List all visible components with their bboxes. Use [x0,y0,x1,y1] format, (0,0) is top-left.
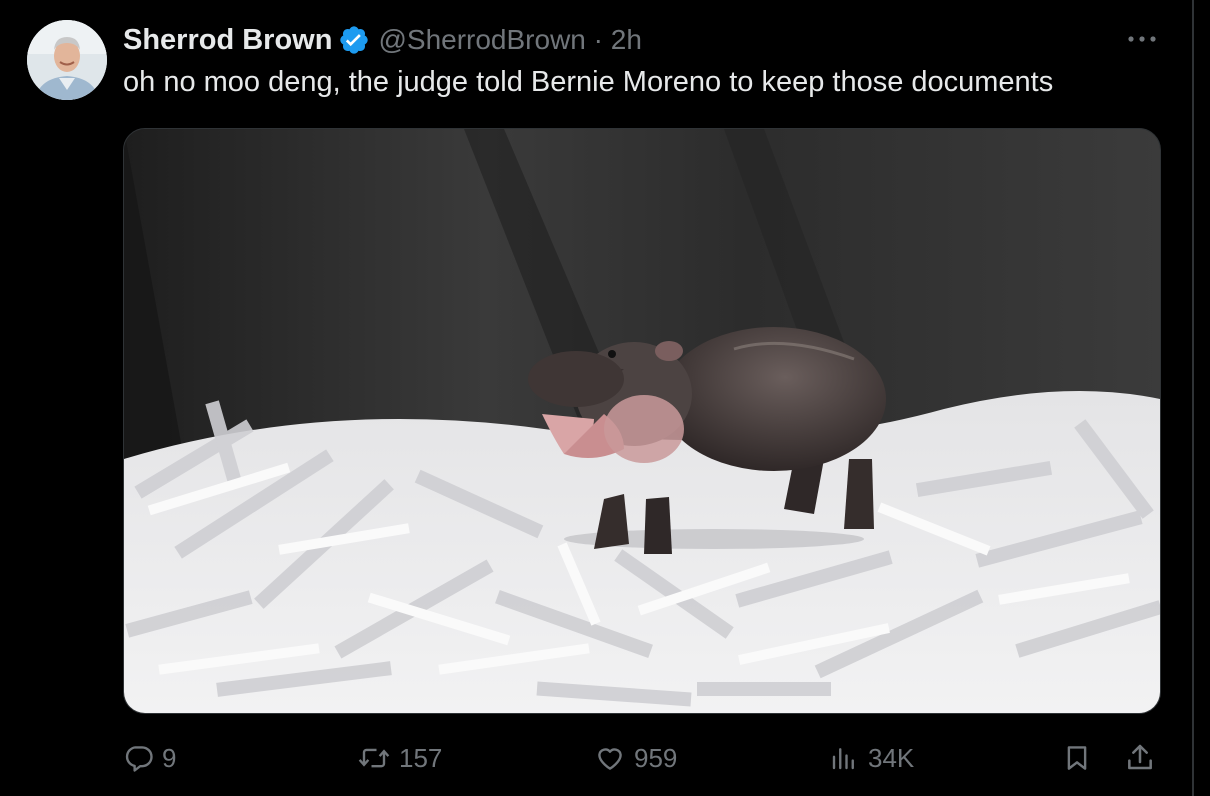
more-icon[interactable] [1125,24,1159,54]
share-button[interactable] [1124,738,1156,778]
like-count: 959 [634,742,678,773]
tweet-header: Sherrod Brown @SherrodBrown · 2h [123,22,642,58]
like-button[interactable]: 959 [594,738,677,778]
verified-badge-icon[interactable] [338,24,370,56]
author-name[interactable]: Sherrod Brown [123,24,332,57]
retweet-count: 157 [399,742,443,773]
tweet-text: oh no moo deng, the judge told Bernie Mo… [123,66,1054,98]
separator-dot: · [593,24,603,55]
bookmark-button[interactable] [1062,738,1092,778]
views-icon [828,743,860,773]
share-icon [1124,742,1156,774]
tweet-media-image[interactable] [123,128,1161,714]
tweet-time[interactable]: 2h [611,24,642,55]
retweet-button[interactable]: 157 [357,738,442,778]
views-count: 34K [868,742,915,773]
avatar[interactable] [27,20,107,100]
bookmark-icon [1062,742,1092,774]
author-handle[interactable]: @SherrodBrown · 2h [378,24,641,56]
views-button[interactable]: 34K [828,738,914,778]
tweet-actions: 9 157 959 34K [0,730,1210,786]
author-handle-text[interactable]: @SherrodBrown [378,24,585,55]
timeline-border [1192,0,1194,796]
reply-icon [124,743,154,773]
reply-count: 9 [162,742,177,773]
like-icon [594,743,626,773]
retweet-icon [357,743,391,773]
reply-button[interactable]: 9 [124,738,176,778]
